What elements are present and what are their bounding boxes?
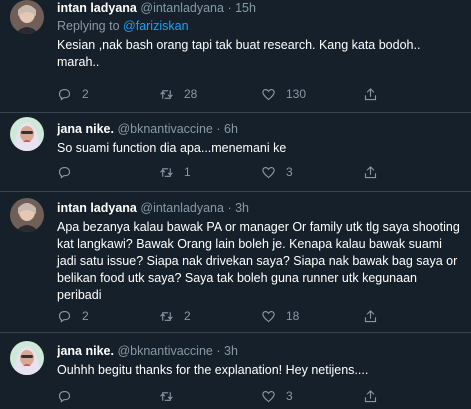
tweet-text: So suami function dia apa...menemani ke bbox=[57, 141, 287, 155]
avatar-image bbox=[10, 198, 44, 232]
like-count: 3 bbox=[286, 164, 293, 179]
tweet-text: Ouhhh begitu thanks for the explanation!… bbox=[57, 363, 369, 377]
like-button[interactable]: 3 bbox=[261, 389, 363, 404]
reply-icon bbox=[58, 310, 71, 323]
tweet-actions: 2 28 130 bbox=[57, 86, 465, 102]
share-button[interactable] bbox=[363, 309, 465, 324]
display-name[interactable]: intan ladyana bbox=[57, 1, 137, 15]
retweet-count: 28 bbox=[184, 86, 198, 101]
display-name[interactable]: jana nike. bbox=[57, 344, 114, 358]
tweet[interactable]: intan ladyana @intanladyana · 3h Apa bez… bbox=[0, 192, 471, 333]
tweet-header: jana nike. @bknantivaccine · 3h bbox=[57, 343, 463, 359]
share-icon bbox=[364, 165, 377, 178]
tweet-text: Kesian ,nak bash orang tapi tak buat res… bbox=[57, 38, 421, 69]
tweet-actions: 3 bbox=[57, 388, 465, 404]
handle[interactable]: @intanladyana bbox=[140, 201, 224, 215]
share-button[interactable] bbox=[363, 165, 465, 180]
tweet-header: intan ladyana @intanladyana · 15h bbox=[57, 0, 463, 16]
share-button[interactable] bbox=[363, 87, 465, 102]
timestamp[interactable]: 15h bbox=[235, 1, 256, 15]
retweet-button[interactable] bbox=[159, 389, 261, 404]
like-icon bbox=[262, 88, 275, 100]
separator: · bbox=[216, 122, 221, 136]
handle[interactable]: @intanladyana bbox=[140, 1, 224, 15]
tweet-actions: 2 2 18 bbox=[57, 308, 465, 324]
like-button[interactable]: 18 bbox=[261, 309, 363, 324]
separator: · bbox=[227, 1, 232, 15]
separator: · bbox=[216, 344, 221, 358]
tweet[interactable]: intan ladyana @intanladyana · 15h Replyi… bbox=[0, 0, 471, 113]
handle[interactable]: @bknantivaccine bbox=[117, 122, 212, 136]
like-button[interactable]: 130 bbox=[261, 87, 363, 102]
avatar-image bbox=[10, 117, 44, 151]
like-icon bbox=[262, 390, 275, 402]
reply-count: 2 bbox=[82, 308, 89, 323]
like-count: 18 bbox=[286, 308, 300, 323]
avatar[interactable] bbox=[10, 117, 44, 151]
mention-link[interactable]: @fariziskan bbox=[123, 19, 189, 33]
share-icon bbox=[364, 309, 377, 322]
share-icon bbox=[364, 87, 377, 100]
retweet-button[interactable]: 1 bbox=[159, 165, 261, 180]
like-button[interactable]: 3 bbox=[261, 165, 363, 180]
replying-to: Replying to @fariziskan bbox=[57, 18, 463, 34]
tweet-header: jana nike. @bknantivaccine · 6h bbox=[57, 121, 463, 137]
reply-icon bbox=[58, 166, 71, 179]
like-icon bbox=[262, 310, 275, 322]
share-button[interactable] bbox=[363, 389, 465, 404]
retweet-icon bbox=[160, 89, 173, 99]
reply-button[interactable]: 2 bbox=[57, 87, 159, 102]
retweet-count: 2 bbox=[184, 308, 191, 323]
tweet[interactable]: jana nike. @bknantivaccine · 6h So suami… bbox=[0, 113, 471, 192]
like-count: 3 bbox=[286, 388, 293, 403]
share-icon bbox=[364, 389, 377, 402]
retweet-icon bbox=[160, 311, 173, 321]
handle[interactable]: @bknantivaccine bbox=[117, 344, 212, 358]
reply-button[interactable] bbox=[57, 389, 159, 404]
reply-button[interactable] bbox=[57, 165, 159, 180]
display-name[interactable]: intan ladyana bbox=[57, 201, 137, 215]
retweet-count: 1 bbox=[184, 164, 191, 179]
avatar[interactable] bbox=[10, 198, 44, 232]
tweet[interactable]: jana nike. @bknantivaccine · 3h Ouhhh be… bbox=[0, 333, 471, 409]
timestamp[interactable]: 3h bbox=[224, 344, 238, 358]
tweet-actions: 1 3 bbox=[57, 164, 465, 180]
avatar[interactable] bbox=[10, 0, 44, 34]
replying-to-label: Replying to bbox=[57, 19, 120, 33]
retweet-button[interactable]: 28 bbox=[159, 87, 261, 102]
like-icon bbox=[262, 166, 275, 178]
reply-count: 2 bbox=[82, 86, 89, 101]
timestamp[interactable]: 3h bbox=[235, 201, 249, 215]
like-count: 130 bbox=[286, 86, 307, 101]
retweet-icon bbox=[160, 391, 173, 401]
reply-icon bbox=[58, 88, 71, 101]
reply-icon bbox=[58, 390, 71, 403]
display-name[interactable]: jana nike. bbox=[57, 122, 114, 136]
avatar[interactable] bbox=[10, 341, 44, 375]
reply-button[interactable]: 2 bbox=[57, 309, 159, 324]
separator: · bbox=[227, 201, 232, 215]
retweet-icon bbox=[160, 167, 173, 177]
avatar-image bbox=[10, 0, 44, 34]
tweet-header: intan ladyana @intanladyana · 3h bbox=[57, 200, 463, 216]
tweet-text: Apa bezanya kalau bawak PA or manager Or… bbox=[57, 220, 460, 302]
timestamp[interactable]: 6h bbox=[224, 122, 238, 136]
avatar-image bbox=[10, 341, 44, 375]
retweet-button[interactable]: 2 bbox=[159, 309, 261, 324]
